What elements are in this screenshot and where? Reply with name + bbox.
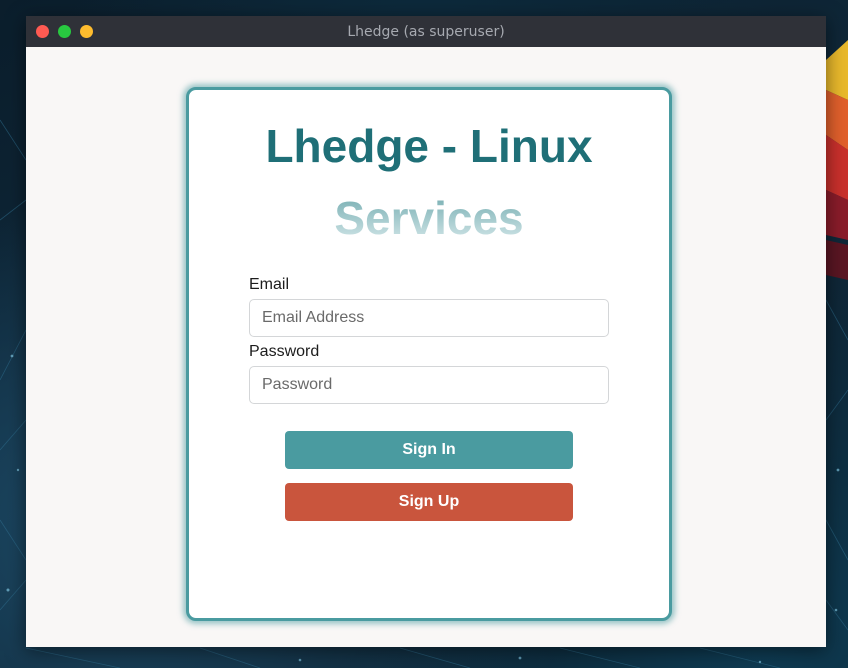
page-subtitle: Services (189, 190, 669, 246)
window-controls (36, 25, 93, 38)
close-window-button[interactable] (36, 25, 49, 38)
window-title: Lhedge (as superuser) (347, 23, 505, 40)
email-input[interactable] (249, 299, 609, 337)
password-label: Password (249, 343, 320, 360)
minimize-window-button[interactable] (80, 25, 93, 38)
wallpaper-art (826, 40, 848, 280)
sign-in-button[interactable]: Sign In (285, 431, 573, 469)
login-form: Email Password (249, 276, 609, 404)
app-window: Lhedge (as superuser) Lhedge - Linux Ser… (26, 16, 826, 647)
page-title: Lhedge - Linux (265, 120, 593, 172)
login-card: Lhedge - Linux Services Email Password S… (186, 87, 672, 621)
sign-up-button[interactable]: Sign Up (285, 483, 573, 521)
email-label: Email (249, 276, 290, 293)
password-input[interactable] (249, 366, 609, 404)
title-bar: Lhedge (as superuser) (26, 16, 826, 47)
maximize-window-button[interactable] (58, 25, 71, 38)
